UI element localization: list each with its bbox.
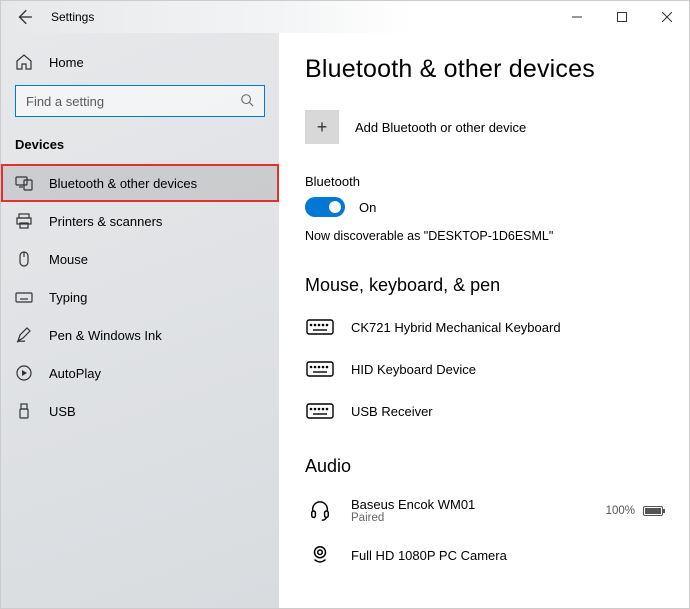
devices-icon: [15, 174, 33, 192]
home-icon: [15, 53, 33, 71]
sidebar-item-bluetooth[interactable]: Bluetooth & other devices: [1, 164, 279, 202]
window-title: Settings: [51, 10, 94, 24]
printer-icon: [15, 212, 33, 230]
usb-icon: [15, 402, 33, 420]
device-row[interactable]: CK721 Hybrid Mechanical Keyboard: [305, 306, 663, 348]
back-icon[interactable]: [15, 8, 33, 26]
settings-window: Settings Home Find a: [0, 0, 690, 609]
sidebar-item-label: Printers & scanners: [49, 214, 162, 229]
device-name: Baseus Encok WM01: [351, 497, 475, 512]
device-name: CK721 Hybrid Mechanical Keyboard: [351, 320, 561, 335]
add-device-label: Add Bluetooth or other device: [355, 120, 526, 135]
sidebar-item-autoplay[interactable]: AutoPlay: [1, 354, 279, 392]
device-name: HID Keyboard Device: [351, 362, 476, 377]
bluetooth-label: Bluetooth: [305, 174, 663, 189]
sidebar-item-printers[interactable]: Printers & scanners: [1, 202, 279, 240]
sidebar-item-usb[interactable]: USB: [1, 392, 279, 430]
battery-indicator: 100%: [606, 505, 663, 517]
content-pane: Bluetooth & other devices + Add Bluetoot…: [279, 33, 689, 608]
pen-icon: [15, 326, 33, 344]
mouse-icon: [15, 250, 33, 268]
maximize-button[interactable]: [599, 1, 644, 33]
sidebar-item-typing[interactable]: Typing: [1, 278, 279, 316]
camera-icon: [305, 544, 335, 566]
search-placeholder: Find a setting: [26, 94, 240, 109]
sidebar: Home Find a setting Devices Bluetooth & …: [1, 33, 279, 608]
page-title: Bluetooth & other devices: [305, 55, 663, 84]
device-row[interactable]: Full HD 1080P PC Camera: [305, 534, 663, 576]
sidebar-item-label: Pen & Windows Ink: [49, 328, 162, 343]
battery-icon: [643, 506, 663, 516]
bluetooth-toggle[interactable]: [305, 197, 345, 217]
sidebar-home-label: Home: [49, 55, 84, 70]
sidebar-item-label: Typing: [49, 290, 87, 305]
device-status: Paired: [351, 512, 475, 524]
close-button[interactable]: [644, 1, 689, 33]
plus-icon: +: [305, 110, 339, 144]
search-icon: [240, 93, 254, 110]
keyboard-icon: [15, 288, 33, 306]
section-input-heading: Mouse, keyboard, & pen: [305, 275, 663, 296]
add-device-row[interactable]: + Add Bluetooth or other device: [305, 110, 663, 144]
keyboard-icon: [305, 358, 335, 380]
minimize-button[interactable]: [554, 1, 599, 33]
device-row[interactable]: Baseus Encok WM01 Paired 100%: [305, 487, 663, 534]
device-row[interactable]: USB Receiver: [305, 390, 663, 432]
keyboard-icon: [305, 316, 335, 338]
sidebar-item-pen[interactable]: Pen & Windows Ink: [1, 316, 279, 354]
battery-percent: 100%: [606, 505, 635, 517]
sidebar-section-header: Devices: [1, 135, 279, 164]
autoplay-icon: [15, 364, 33, 382]
discoverable-text: Now discoverable as "DESKTOP-1D6ESML": [305, 229, 663, 243]
sidebar-item-label: Mouse: [49, 252, 88, 267]
section-audio-heading: Audio: [305, 456, 663, 477]
device-row[interactable]: HID Keyboard Device: [305, 348, 663, 390]
device-name: Full HD 1080P PC Camera: [351, 548, 507, 563]
sidebar-item-label: Bluetooth & other devices: [49, 176, 197, 191]
sidebar-home[interactable]: Home: [1, 45, 279, 85]
headset-icon: [305, 500, 335, 522]
sidebar-item-label: AutoPlay: [49, 366, 101, 381]
keyboard-icon: [305, 400, 335, 422]
window-controls: [554, 1, 689, 33]
titlebar: Settings: [1, 1, 689, 33]
search-input[interactable]: Find a setting: [15, 85, 265, 117]
bluetooth-state: On: [359, 200, 376, 215]
device-name: USB Receiver: [351, 404, 433, 419]
sidebar-item-label: USB: [49, 404, 76, 419]
sidebar-item-mouse[interactable]: Mouse: [1, 240, 279, 278]
